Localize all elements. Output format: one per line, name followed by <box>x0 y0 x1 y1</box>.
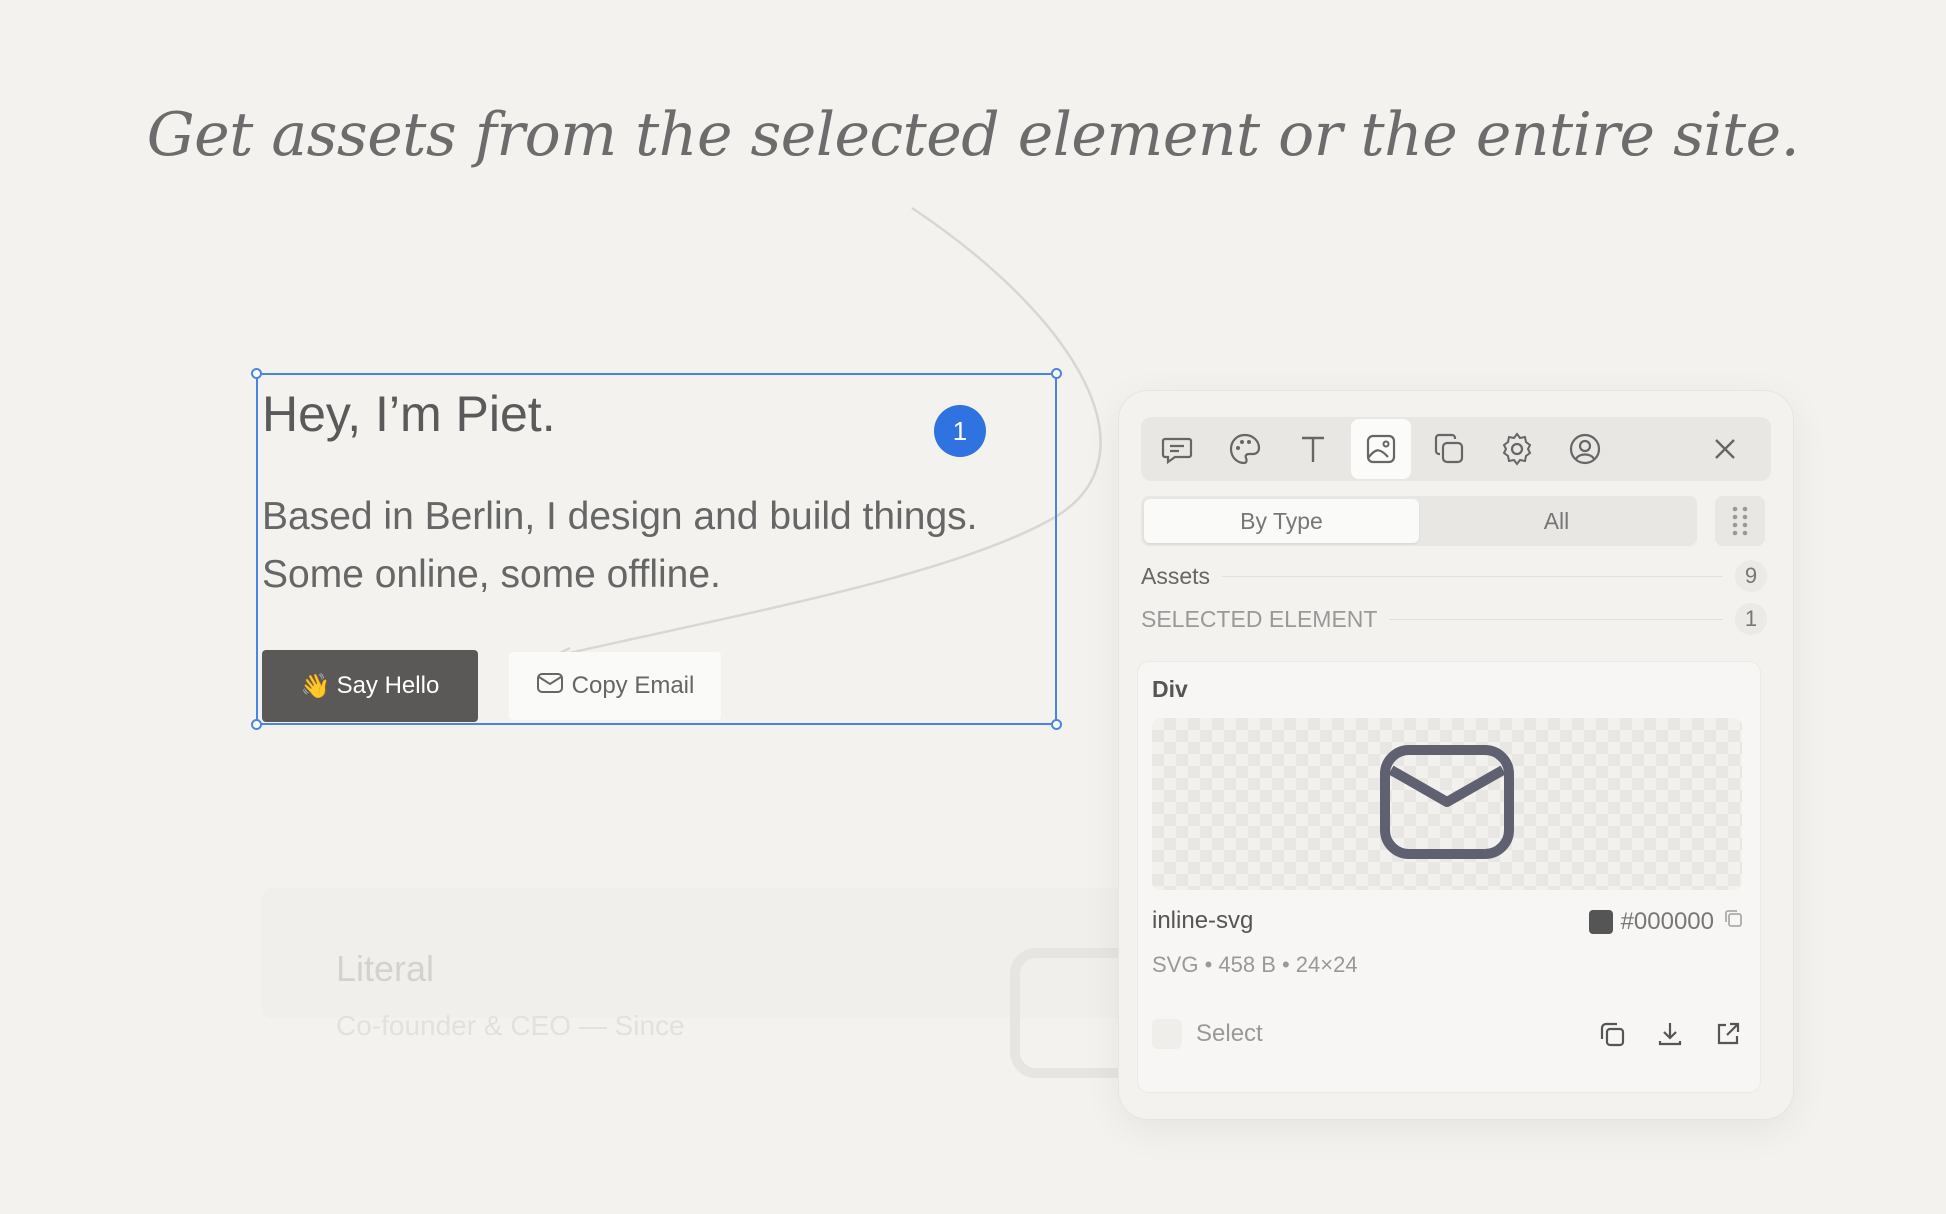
asset-name: inline-svg <box>1152 907 1254 934</box>
color-hex: #000000 <box>1620 907 1714 935</box>
palette-icon[interactable] <box>1215 419 1275 479</box>
copy-email-button[interactable]: Copy Email <box>509 652 721 720</box>
background-card-subtitle: Co-founder & CEO — Since <box>336 1010 685 1041</box>
copy-icon[interactable] <box>1722 907 1744 936</box>
color-swatch <box>1588 909 1613 934</box>
asset-preview <box>1152 718 1742 890</box>
copy-email-label: Copy Email <box>571 672 695 699</box>
hero-line-1: Based in Berlin, I design and build thin… <box>262 495 978 538</box>
asset-card-title: Div <box>1152 676 1188 702</box>
asset-meta: SVG • 458 B • 24×24 <box>1152 952 1358 977</box>
select-checkbox[interactable] <box>1152 1019 1182 1049</box>
tab-by-type[interactable]: By Type <box>1144 499 1419 543</box>
external-link-icon[interactable] <box>1708 1014 1748 1054</box>
wave-emoji: 👋 <box>300 672 331 700</box>
copy-icon[interactable] <box>1592 1014 1632 1054</box>
resize-handle-bottom-right[interactable] <box>1051 719 1062 730</box>
divider <box>1222 575 1723 577</box>
assets-row: Assets 9 <box>1141 559 1767 593</box>
headline: Get assets from the selected element or … <box>146 100 1800 170</box>
tab-all[interactable]: All <box>1419 499 1694 543</box>
typography-icon[interactable] <box>1283 419 1343 479</box>
divider <box>1389 618 1723 620</box>
settings-icon[interactable] <box>1487 419 1547 479</box>
resize-handle-bottom-left[interactable] <box>251 719 262 730</box>
assets-panel: By Type All Assets 9 SELECTED ELEMENT 1 … <box>1118 390 1794 1120</box>
grip-icon[interactable] <box>1715 496 1765 546</box>
asset-color: #000000 <box>1588 907 1744 936</box>
selected-element-row: SELECTED ELEMENT 1 <box>1141 602 1767 636</box>
say-hello-label: Say Hello <box>336 672 440 699</box>
background-card-title: Literal <box>336 948 435 989</box>
comment-icon[interactable] <box>1147 419 1207 479</box>
selected-element-count: 1 <box>1735 603 1767 635</box>
select-label: Select <box>1196 1020 1263 1047</box>
layers-icon[interactable] <box>1419 419 1479 479</box>
selected-element-label: SELECTED ELEMENT <box>1141 605 1378 632</box>
image-icon[interactable] <box>1351 419 1411 479</box>
selection-count-badge: 1 <box>934 405 986 457</box>
hero-line-2: Some online, some offline. <box>262 553 721 596</box>
mail-icon <box>536 671 564 702</box>
asset-card[interactable]: Div inline-svg #000000 SVG • 458 B • 24×… <box>1137 661 1761 1093</box>
assets-label: Assets <box>1141 562 1211 589</box>
asset-card-footer: Select <box>1152 1014 1748 1054</box>
download-icon[interactable] <box>1650 1014 1690 1054</box>
panel-toolbar <box>1141 417 1771 481</box>
mail-icon <box>1377 742 1517 867</box>
close-icon[interactable] <box>1695 419 1755 479</box>
user-icon[interactable] <box>1555 419 1615 479</box>
resize-handle-top-left[interactable] <box>251 368 262 379</box>
say-hello-button[interactable]: 👋 Say Hello <box>262 650 478 722</box>
hero-title: Hey, I’m Piet. <box>262 386 556 442</box>
view-toggle: By Type All <box>1141 496 1697 546</box>
assets-count: 9 <box>1735 560 1767 592</box>
resize-handle-top-right[interactable] <box>1051 368 1062 379</box>
